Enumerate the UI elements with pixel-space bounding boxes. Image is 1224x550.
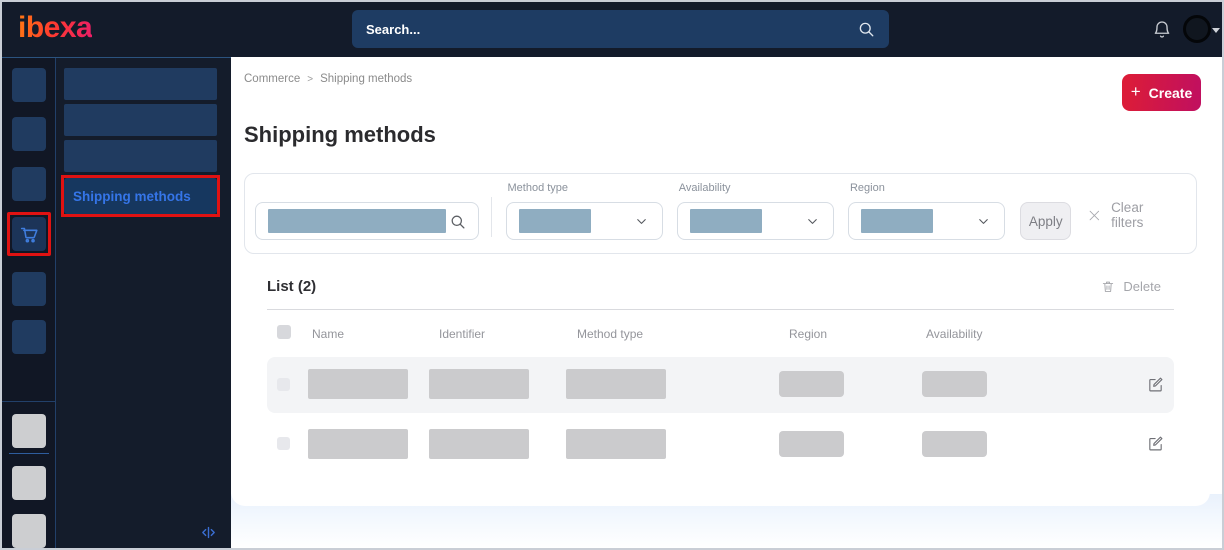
global-search-input[interactable]: Search... [352,10,889,48]
column-header-identifier: Identifier [439,327,486,341]
icon-rail [2,58,56,548]
row-checkbox[interactable] [277,378,290,391]
trash-icon [1103,281,1114,292]
table-header: Name Identifier Method type Region Avail… [267,325,1174,345]
filter-label: Region [849,182,885,194]
rail-item-placeholder[interactable] [11,320,46,354]
redacted-cell-region [779,371,844,397]
column-header-region: Region [789,327,828,341]
app-body: Shipping methods Commerce > Shipping met… [2,57,1222,548]
collapse-icon [202,526,215,539]
ibexa-logo[interactable]: ibexa [18,11,93,45]
column-header-name: Name [312,327,345,341]
chevron-down-icon [808,218,817,224]
column-header-availability: Availability [926,327,983,341]
redacted-cell-method-type [566,369,666,399]
edit-row-button[interactable] [1147,376,1164,393]
column-header-method-type: Method type [577,327,644,341]
list-divider [267,309,1174,310]
list-title: List (2) [267,278,317,295]
panel-item-placeholder[interactable] [64,140,217,172]
rail-item-placeholder[interactable] [11,167,46,201]
redacted-cell-identifier [429,369,529,399]
plus-icon: + [1130,82,1141,101]
create-button-label: Create [1148,84,1193,101]
select-all-checkbox[interactable] [277,325,291,339]
active-panel-highlight: Shipping methods [61,175,220,217]
rail-item-placeholder[interactable] [11,117,46,151]
user-avatar[interactable] [1183,15,1211,43]
filter-label: Method type [507,182,569,194]
x-icon [1089,210,1100,220]
active-rail-highlight [6,212,51,256]
row-checkbox[interactable] [277,437,290,450]
redacted-cell-region [779,431,844,457]
rail-item-commerce[interactable] [11,217,46,251]
breadcrumb: Commerce > Shipping methods [244,73,412,85]
filter-method-type: Method type [505,182,663,240]
panel-item-placeholder[interactable] [64,68,217,100]
breadcrumb-shipping-methods[interactable]: Shipping methods [320,73,412,85]
breadcrumb-separator: > [307,73,314,85]
redacted-select-value [689,209,762,233]
table-row [267,421,1174,467]
panel-collapse-button[interactable] [200,524,217,541]
delete-button[interactable]: Delete [1101,279,1161,294]
filter-label: Availability [678,182,731,194]
table-row [267,357,1174,413]
panel-item-shipping-methods[interactable]: Shipping methods [64,178,217,214]
filter-region: Region [847,182,1006,240]
breadcrumb-commerce[interactable]: Commerce [244,73,300,85]
clear-filters-label: Clear filters [1111,200,1144,230]
create-button[interactable]: + Create [1122,74,1201,111]
main-area: Commerce > Shipping methods + Create Shi… [231,57,1222,548]
panel-item-placeholder[interactable] [64,104,217,136]
rail-divider [8,453,49,454]
apply-button[interactable]: Apply [1020,202,1072,240]
rail-item-placeholder[interactable] [11,514,46,548]
sidebar: Shipping methods [2,57,231,548]
edit-icon [1149,436,1163,451]
filter-availability: Availability [676,182,834,240]
region-select[interactable] [847,202,1006,240]
content-card: Commerce > Shipping methods + Create Shi… [231,57,1210,506]
method-type-select[interactable] [505,202,663,240]
side-panel: Shipping methods [56,58,231,548]
page-title: Shipping methods [244,122,436,147]
chevron-down-icon [979,218,988,224]
chevron-down-icon [636,218,646,224]
redacted-select-value [860,209,933,233]
redacted-cell-method-type [566,429,666,459]
rail-item-placeholder[interactable] [11,68,46,102]
filter-bar: Method type Availability Region Apply Cl… [244,173,1197,254]
notifications-button[interactable] [1152,19,1172,40]
rail-divider [2,401,56,402]
delete-button-label: Delete [1123,279,1161,294]
topbar: ibexa Search... [2,2,1222,57]
global-search-placeholder: Search... [366,21,421,37]
search-icon[interactable] [449,213,466,230]
redacted-select-value [518,209,591,233]
filter-search-input[interactable] [255,202,479,240]
shopping-cart-icon [20,227,38,243]
bell-icon [1154,21,1170,38]
redacted-cell-availability [922,431,987,457]
redacted-cell-name [308,369,408,399]
edit-row-button[interactable] [1147,435,1164,452]
clear-filters-button[interactable]: Clear filters [1087,200,1178,230]
redacted-cell-availability [922,371,987,397]
edit-icon [1149,377,1163,392]
rail-item-placeholder[interactable] [11,414,46,448]
redacted-cell-name [308,429,408,459]
search-icon [859,22,874,37]
caret-down-icon[interactable] [1212,28,1220,33]
rail-item-placeholder[interactable] [11,466,46,500]
app-window: ibexa Search... Shipping methods Commerc… [0,0,1224,550]
filter-divider [490,197,492,237]
rail-item-placeholder[interactable] [11,272,46,306]
redacted-search-value [268,209,446,233]
availability-select[interactable] [676,202,834,240]
redacted-cell-identifier [429,429,529,459]
